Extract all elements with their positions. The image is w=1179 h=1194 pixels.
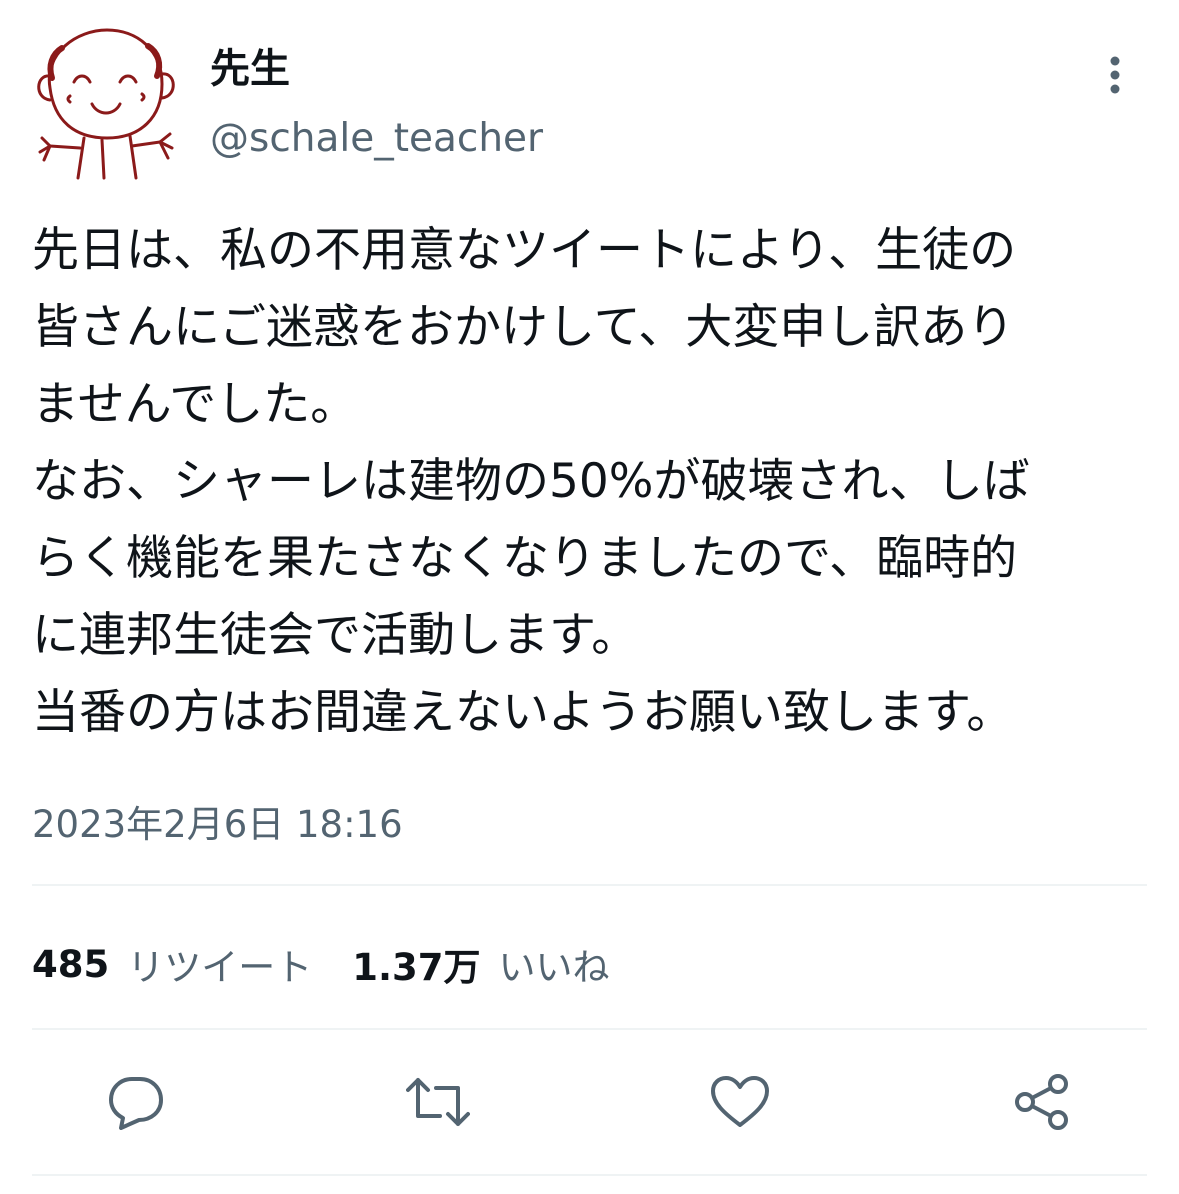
tweet-text: 先日は、私の不用意なツイートにより、生徒の 皆さんにご迷惑をおかけして、大変申し… bbox=[32, 212, 1167, 751]
like-button[interactable] bbox=[708, 1070, 772, 1134]
tweet-text-line: なお、シャーレは建物の50%が破壊され、しば bbox=[32, 454, 1030, 509]
retweet-icon bbox=[406, 1078, 470, 1126]
retweets-count: 485 bbox=[32, 942, 110, 986]
reply-icon bbox=[109, 1077, 163, 1130]
tweet-text-line: 当番の方はお間違えないようお願い致します。 bbox=[32, 685, 1014, 740]
tweet-text-line: 皆さんにご迷惑をおかけして、大変申し訳あり bbox=[32, 300, 1015, 355]
share-button[interactable] bbox=[1010, 1070, 1074, 1134]
smiling-doodle-avatar-icon bbox=[37, 28, 175, 180]
tweet-text-line: らく機能を果たさなくなりましたので、臨時的 bbox=[32, 531, 1018, 586]
likes-stat[interactable]: 1.37万 いいね bbox=[352, 937, 609, 991]
retweet-button[interactable] bbox=[406, 1070, 470, 1134]
more-options-button[interactable] bbox=[1090, 50, 1140, 100]
more-vertical-icon bbox=[1110, 56, 1120, 94]
tweet-detail: 先生 @schale_teacher 先日は、私の不用意なツイートにより、生徒の… bbox=[0, 0, 1179, 1194]
retweets-label: リツイート bbox=[127, 946, 313, 989]
divider bbox=[32, 884, 1147, 886]
heart-icon bbox=[711, 1076, 769, 1127]
user-handle[interactable]: @schale_teacher bbox=[210, 114, 543, 164]
tweet-text-line: 先日は、私の不用意なツイートにより、生徒の bbox=[32, 223, 1017, 278]
tweet-timestamp[interactable]: 2023年2月6日 18:16 bbox=[32, 800, 403, 850]
share-icon bbox=[1015, 1074, 1068, 1130]
tweet-text-line: ませんでした。 bbox=[32, 377, 358, 432]
reply-button[interactable] bbox=[104, 1070, 168, 1134]
divider bbox=[32, 1028, 1147, 1030]
engagement-stats: 485 リツイート 1.37万 いいね bbox=[32, 936, 650, 992]
display-name[interactable]: 先生 bbox=[210, 44, 290, 94]
avatar[interactable] bbox=[22, 18, 182, 183]
likes-label: いいね bbox=[498, 946, 610, 989]
likes-count: 1.37万 bbox=[352, 946, 481, 989]
retweets-stat[interactable]: 485 リツイート bbox=[32, 937, 312, 991]
tweet-text-line: に連邦生徒会で活動します。 bbox=[32, 608, 639, 663]
divider bbox=[32, 1174, 1147, 1176]
